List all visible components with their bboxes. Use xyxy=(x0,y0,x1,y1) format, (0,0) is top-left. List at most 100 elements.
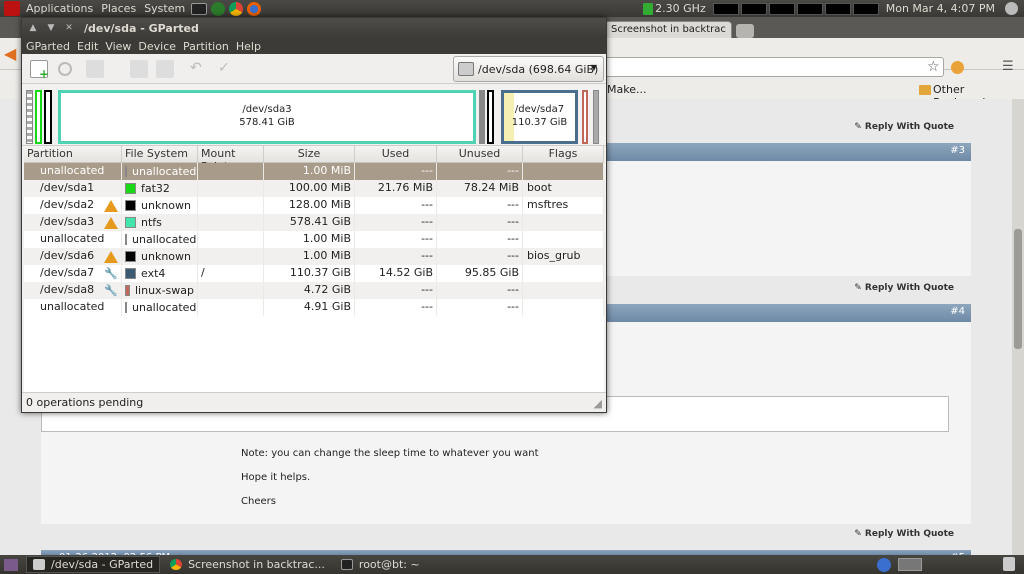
extension-icon[interactable] xyxy=(951,61,964,74)
wireless-launcher-icon[interactable] xyxy=(211,1,226,16)
post-number[interactable]: #3 xyxy=(950,145,965,156)
gparted-task-icon xyxy=(33,559,45,570)
flags: bios_grub xyxy=(523,248,604,265)
gparted-window: ▲ ▼ ✕ /dev/sda - GParted GParted Edit Vi… xyxy=(21,17,607,413)
wrench-icon[interactable]: ☰ xyxy=(1002,59,1014,74)
file-system-label: ntfs xyxy=(141,216,162,229)
new-tab-button[interactable] xyxy=(736,24,754,38)
workspace-2[interactable] xyxy=(898,558,922,571)
paste-button[interactable] xyxy=(156,60,174,78)
column-used[interactable]: Used xyxy=(355,146,437,163)
diskmap-sda8[interactable] xyxy=(582,90,588,144)
scrollbar-thumb[interactable] xyxy=(1014,229,1022,349)
partition-row[interactable]: unallocated unallocated 1.00 MiB --- --- xyxy=(24,231,604,248)
menu-places[interactable]: Places xyxy=(97,2,140,15)
column-file-system[interactable]: File System xyxy=(122,146,198,163)
url-bar[interactable] xyxy=(604,57,944,77)
backtrack-logo-icon[interactable] xyxy=(4,1,20,16)
apply-button[interactable]: ✓ xyxy=(218,60,236,78)
partition-row[interactable]: /dev/sda6 unknown 1.00 MiB --- --- bios_grub xyxy=(24,248,604,265)
harddisk-icon xyxy=(458,62,474,76)
menu-applications[interactable]: Applications xyxy=(22,2,97,15)
column-partition[interactable]: Partition xyxy=(24,146,122,163)
partition-row[interactable]: unallocated unallocated 1.00 MiB --- --- xyxy=(24,163,604,180)
partition-row[interactable]: /dev/sda8 🔧 linux-swap 4.72 GiB --- --- xyxy=(24,282,604,299)
back-arrow-icon[interactable]: ◀ xyxy=(4,44,16,63)
resize-move-button[interactable] xyxy=(86,60,104,78)
task-chrome[interactable]: Screenshot in backtrac... xyxy=(164,556,331,573)
menu-system[interactable]: System xyxy=(140,2,189,15)
diskmap-sda1[interactable] xyxy=(35,90,42,144)
size: 4.91 GiB xyxy=(264,299,355,316)
partition-row[interactable]: /dev/sda2 unknown 128.00 MiB --- --- msftres xyxy=(24,197,604,214)
file-system-label: unallocated xyxy=(132,233,197,246)
terminal-launcher-icon[interactable] xyxy=(191,2,208,15)
partition-name: unallocated xyxy=(24,299,122,316)
diskmap-sda3-size: 578.41 GiB xyxy=(239,117,295,128)
delete-partition-button[interactable] xyxy=(56,60,74,78)
partition-row[interactable]: /dev/sda7 🔧 ext4/110.37 GiB 14.52 GiB 95.85 … xyxy=(24,265,604,282)
menu-device[interactable]: Device xyxy=(138,40,176,53)
window-menu-down-icon[interactable]: ▼ xyxy=(44,23,58,33)
copy-button[interactable] xyxy=(130,60,148,78)
size: 1.00 MiB xyxy=(264,163,355,180)
show-desktop-icon[interactable] xyxy=(4,558,18,571)
diskmap-sda6[interactable] xyxy=(487,90,494,144)
clock[interactable]: Mon Mar 4, 4:07 PM xyxy=(886,2,995,15)
window-titlebar[interactable]: ▲ ▼ ✕ /dev/sda - GParted xyxy=(22,18,606,38)
window-menu-up-icon[interactable]: ▲ xyxy=(26,23,40,33)
post-number[interactable]: #4 xyxy=(950,306,965,317)
resize-grip-icon[interactable]: ◢ xyxy=(594,397,602,410)
partition-name: unallocated xyxy=(24,163,122,180)
task-chrome-label: Screenshot in backtrac... xyxy=(188,558,325,571)
page-scrollbar[interactable] xyxy=(1012,99,1024,555)
column-flags[interactable]: Flags xyxy=(523,146,604,163)
new-partition-button[interactable]: + xyxy=(30,60,49,81)
column-mount-point[interactable]: Mount Point xyxy=(198,146,264,173)
battery-icon xyxy=(643,2,654,15)
flags xyxy=(523,299,604,316)
partition-row[interactable]: unallocated unallocated 4.91 GiB --- --- xyxy=(24,299,604,316)
task-terminal[interactable]: root@bt: ~ xyxy=(335,556,426,573)
warning-icon xyxy=(102,215,120,230)
file-system: unknown xyxy=(122,248,198,265)
menu-partition[interactable]: Partition xyxy=(183,40,229,53)
diskmap-unallocated-1[interactable] xyxy=(26,90,33,144)
partition-row[interactable]: /dev/sda1 fat32 100.00 MiB 21.76 MiB 78.24 M… xyxy=(24,180,604,197)
reply-label: Reply With Quote xyxy=(864,529,954,539)
chrome-launcher-icon[interactable] xyxy=(229,1,244,16)
menu-view[interactable]: View xyxy=(105,40,131,53)
device-selector[interactable]: /dev/sda (698.64 GiB) ▼ xyxy=(453,56,604,82)
diskmap-unallocated-3[interactable] xyxy=(593,90,599,144)
user-icon[interactable] xyxy=(1005,2,1018,15)
column-unused[interactable]: Unused xyxy=(437,146,523,163)
partition-table: Partition File System Mount Point Size U… xyxy=(24,146,604,392)
window-close-icon[interactable]: ✕ xyxy=(62,23,76,33)
diskmap-unallocated-2[interactable] xyxy=(479,90,485,144)
mount-point xyxy=(198,197,264,214)
reply-with-quote-button[interactable]: ✎ Reply With Quote xyxy=(854,529,954,539)
diskmap-sda3[interactable]: /dev/sda3 578.41 GiB xyxy=(58,90,476,144)
column-size[interactable]: Size xyxy=(264,146,355,163)
firefox-launcher-icon[interactable] xyxy=(247,1,262,16)
reply-with-quote-button[interactable]: ✎ Reply With Quote xyxy=(854,283,954,293)
bookmarks-overflow[interactable]: Make... xyxy=(607,83,646,96)
menu-help[interactable]: Help xyxy=(236,40,261,53)
flags xyxy=(523,231,604,248)
diskmap-sda7[interactable]: /dev/sda7 110.37 GiB xyxy=(501,90,578,144)
task-gparted-label: /dev/sda - GParted xyxy=(51,558,154,571)
reply-with-quote-button[interactable]: ✎ Reply With Quote xyxy=(854,122,954,132)
task-gparted[interactable]: /dev/sda - GParted xyxy=(26,556,161,573)
undo-button[interactable]: ↶ xyxy=(190,60,208,78)
workspace-switcher-icon[interactable] xyxy=(877,558,891,572)
partition-row[interactable]: /dev/sda3 ntfs 578.41 GiB --- --- xyxy=(24,214,604,231)
trash-icon[interactable] xyxy=(1003,557,1015,571)
bookmark-star-icon[interactable]: ☆ xyxy=(927,59,940,75)
menu-edit[interactable]: Edit xyxy=(77,40,98,53)
diskmap-sda2[interactable] xyxy=(44,90,52,144)
memory-graph xyxy=(740,2,767,15)
browser-tab[interactable]: Screenshot in backtrac xyxy=(604,21,732,38)
menu-gparted[interactable]: GParted xyxy=(26,40,70,53)
file-system: unknown xyxy=(122,197,198,214)
size: 1.00 MiB xyxy=(264,248,355,265)
